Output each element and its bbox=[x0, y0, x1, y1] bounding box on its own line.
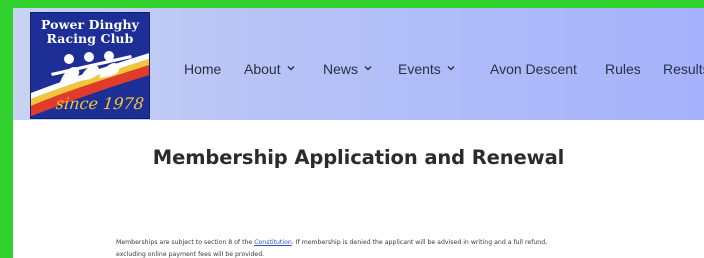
notice-text-line2: excluding online payment fees will be pr… bbox=[116, 251, 265, 258]
nav-item-events[interactable]: Events bbox=[398, 59, 456, 79]
nav-item-label: Home bbox=[184, 61, 222, 77]
constitution-link[interactable]: Constitution bbox=[254, 239, 292, 246]
nav-item-label: Rules bbox=[605, 61, 641, 77]
nav-item-label: Avon Descent bbox=[490, 61, 577, 77]
nav-item-home[interactable]: Home bbox=[184, 59, 221, 79]
nav-item-about[interactable]: About bbox=[244, 59, 296, 79]
nav-item-avon-descent[interactable]: Avon Descent bbox=[490, 59, 577, 79]
nav-item-label: News bbox=[323, 61, 359, 77]
chevron-down-icon bbox=[364, 66, 372, 71]
logo-since-text: since 1978 bbox=[55, 94, 145, 113]
nav-item-rules[interactable]: Rules bbox=[605, 59, 641, 79]
site-header: Power Dinghy Racing Club since 1978 Home… bbox=[13, 8, 704, 120]
nav-item-news[interactable]: News bbox=[323, 59, 373, 79]
club-logo[interactable]: Power Dinghy Racing Club since 1978 bbox=[30, 12, 150, 119]
nav-item-label: Results bbox=[663, 61, 704, 77]
notice-text-after: . If membership is denied the applicant … bbox=[291, 239, 548, 246]
nav-item-label: Events bbox=[398, 61, 441, 77]
nav-item-label: About bbox=[244, 61, 281, 77]
notice-text-before: Memberships are subject to section 8 of … bbox=[116, 239, 255, 246]
chevron-down-icon bbox=[287, 66, 295, 71]
chevron-down-icon bbox=[447, 66, 455, 71]
page-title: Membership Application and Renewal bbox=[152, 146, 565, 169]
nav-item-results[interactable]: Results bbox=[663, 59, 704, 79]
page-frame: Power Dinghy Racing Club since 1978 Home… bbox=[13, 8, 704, 258]
membership-notice: Memberships are subject to section 8 of … bbox=[116, 237, 701, 258]
